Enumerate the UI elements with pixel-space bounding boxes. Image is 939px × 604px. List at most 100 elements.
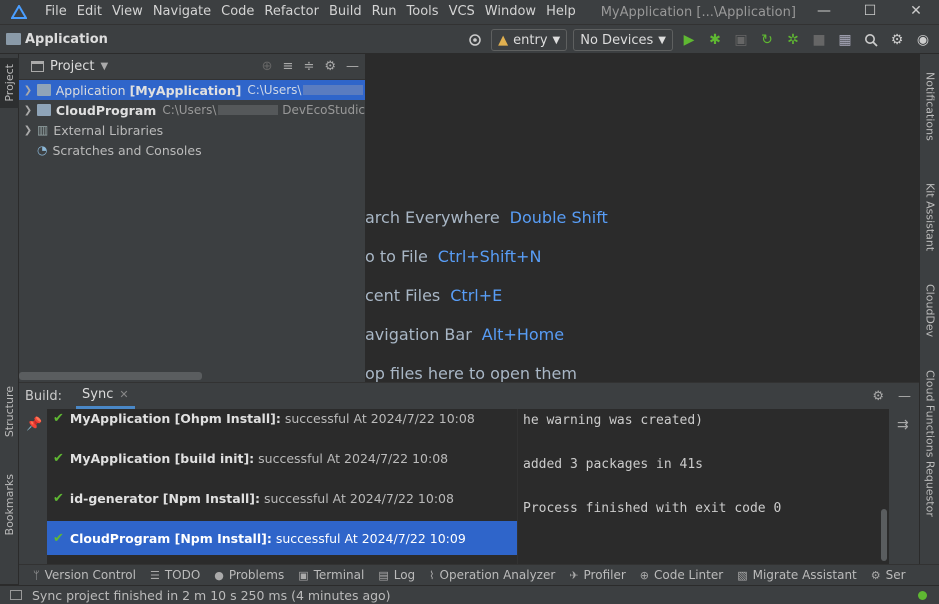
tab-sync-label: Sync	[82, 387, 114, 402]
collapse-all-icon[interactable]: ≑	[303, 59, 314, 74]
breadcrumb[interactable]: Application	[6, 32, 108, 47]
apply-changes-icon[interactable]: ↻	[757, 30, 777, 50]
tool-profiler[interactable]: ✈ Profiler	[569, 568, 625, 582]
tool-problems[interactable]: ● Problems	[214, 568, 284, 582]
target-icon[interactable]	[465, 30, 485, 50]
settings-gear-icon[interactable]: ⚙	[887, 30, 907, 50]
cloud-functions-tool-tab[interactable]: Cloud Functions Requestor	[920, 368, 939, 518]
chart-icon: ⌇	[429, 568, 435, 582]
build-task-item[interactable]: ✔ id-generator [Npm Install]: successful…	[47, 481, 517, 515]
tool-services[interactable]: ⚙ Ser	[871, 568, 906, 582]
expand-arrow-icon[interactable]: ❯	[19, 105, 37, 116]
stop-icon[interactable]: ■	[809, 30, 829, 50]
hint-text: cent Files	[365, 286, 441, 305]
close-tab-icon[interactable]: ✕	[119, 388, 128, 401]
hide-panel-icon[interactable]: —	[346, 59, 359, 74]
expand-arrow-icon[interactable]: ❯	[19, 125, 37, 136]
project-view-select[interactable]: Project ▼	[31, 59, 108, 74]
tool-todo[interactable]: ☰ TODO	[150, 568, 200, 582]
tool-code-linter[interactable]: ⊕ Code Linter	[640, 568, 723, 582]
module-icon: ▲	[498, 32, 509, 48]
run-icon[interactable]: ▶	[679, 30, 699, 50]
build-settings-icon[interactable]: ⚙	[872, 389, 884, 404]
tree-item-label: CloudProgram	[55, 102, 157, 118]
account-icon[interactable]: ◉	[913, 30, 933, 50]
maximize-button[interactable]: ☐	[847, 0, 893, 24]
menu-navigate[interactable]: Navigate	[148, 1, 216, 23]
search-icon[interactable]	[861, 30, 881, 50]
build-task-item[interactable]: ✔ MyApplication [Ohpm Install]: successf…	[47, 401, 517, 435]
hide-build-panel-icon[interactable]: —	[898, 389, 911, 404]
close-window-button[interactable]: ✕	[893, 0, 939, 24]
menu-build[interactable]: Build	[324, 1, 367, 23]
console-side-toolbar: ⇉	[889, 409, 919, 565]
soft-wrap-icon[interactable]: ⇉	[897, 417, 909, 433]
pin-icon[interactable]: 📌	[26, 417, 42, 432]
sync-project-icon[interactable]: ▦	[835, 30, 855, 50]
console-scrollbar[interactable]	[881, 509, 887, 561]
structure-tool-tab[interactable]: Structure	[0, 384, 19, 440]
tool-label: Ser	[885, 568, 906, 582]
debug-icon[interactable]: ✱	[705, 30, 725, 50]
main-toolbar: Application ▲ entry ▼ No Devices ▼ ▶ ✱ ▣…	[0, 24, 939, 54]
clouddev-tool-tab[interactable]: CloudDev	[920, 276, 939, 346]
menu-run[interactable]: Run	[367, 1, 402, 23]
menu-tools[interactable]: Tools	[402, 1, 444, 23]
menu-code[interactable]: Code	[216, 1, 259, 23]
menu-file[interactable]: File	[40, 1, 72, 23]
minimize-button[interactable]: —	[801, 0, 847, 24]
hint-text: op files here to open them	[365, 364, 577, 382]
tree-item-application[interactable]: ❯ Application [MyApplication] C:\Users\	[19, 80, 365, 100]
menu-refactor[interactable]: Refactor	[259, 1, 324, 23]
success-check-icon: ✔	[53, 450, 64, 466]
left-tool-strip: Project Structure Bookmarks	[0, 54, 19, 584]
hint-text: arch Everywhere	[365, 208, 500, 227]
notifications-tool-tab[interactable]: Notifications	[920, 60, 939, 152]
build-panel-actions: ⚙ —	[872, 389, 911, 404]
tool-label: Code Linter	[654, 568, 724, 582]
toggle-tool-windows-icon[interactable]	[10, 590, 22, 600]
menu-view[interactable]: View	[107, 1, 148, 23]
menu-vcs[interactable]: VCS	[444, 1, 480, 23]
tool-version-control[interactable]: ᛘ Version Control	[33, 568, 136, 582]
bookmarks-tool-tab[interactable]: Bookmarks	[0, 472, 19, 538]
build-panel: Build: Sync ✕ ⚙ — 📌 ✔ MyApplication [Ohp…	[19, 382, 919, 565]
redacted-path	[303, 85, 363, 95]
tool-operation-analyzer[interactable]: ⌇ Operation Analyzer	[429, 568, 555, 582]
menu-edit[interactable]: Edit	[72, 1, 107, 23]
tree-item-scratches[interactable]: ◔ Scratches and Consoles	[19, 140, 365, 160]
bookmarks-tool-tab-label: Bookmarks	[3, 474, 16, 536]
run-config-select[interactable]: ▲ entry ▼	[491, 29, 568, 51]
list-icon: ☰	[149, 568, 160, 582]
breadcrumb-label: Application	[25, 31, 108, 47]
tool-terminal[interactable]: ▣ Terminal	[298, 568, 364, 582]
tree-item-label: External Libraries	[53, 122, 164, 138]
services-icon: ⚙	[870, 568, 881, 582]
build-task-item-selected[interactable]: ✔ CloudProgram [Npm Install]: successful…	[47, 521, 517, 555]
hint-shortcut: Double Shift	[509, 208, 608, 227]
tree-item-external-libraries[interactable]: ❯ ▥ External Libraries	[19, 120, 365, 140]
status-indicator-icon[interactable]	[918, 591, 927, 600]
project-tool-tab[interactable]: Project	[0, 58, 19, 108]
tool-migrate-assistant[interactable]: ▧ Migrate Assistant	[737, 568, 857, 582]
tool-log[interactable]: ▤ Log	[378, 568, 415, 582]
panel-settings-icon[interactable]: ⚙	[324, 59, 336, 74]
profiler-icon: ✈	[569, 568, 579, 582]
success-check-icon: ✔	[53, 490, 64, 506]
device-select[interactable]: No Devices ▼	[573, 29, 673, 51]
branch-icon: ᛘ	[33, 568, 40, 582]
menu-help[interactable]: Help	[541, 1, 581, 23]
tree-item-path-tail: DevEcoStudic	[282, 103, 365, 117]
build-task-item[interactable]: ✔ MyApplication [build init]: successful…	[47, 441, 517, 475]
tree-item-cloudprogram[interactable]: ❯ CloudProgram C:\Users\ DevEcoStudic	[19, 100, 365, 120]
expand-arrow-icon[interactable]: ❯	[19, 85, 37, 96]
project-horizontal-scrollbar[interactable]	[19, 372, 202, 380]
expand-all-icon[interactable]: ≡	[283, 59, 294, 74]
menu-window[interactable]: Window	[480, 1, 541, 23]
attach-debugger-icon[interactable]: ▣	[731, 30, 751, 50]
project-panel-header: Project ▼ ⊕ ≡ ≑ ⚙ —	[19, 54, 365, 80]
locate-file-icon[interactable]: ⊕	[262, 59, 273, 74]
kit-assistant-tool-tab[interactable]: Kit Assistant	[920, 174, 939, 260]
project-panel-title: Project	[50, 59, 95, 74]
profile-icon[interactable]: ✲	[783, 30, 803, 50]
